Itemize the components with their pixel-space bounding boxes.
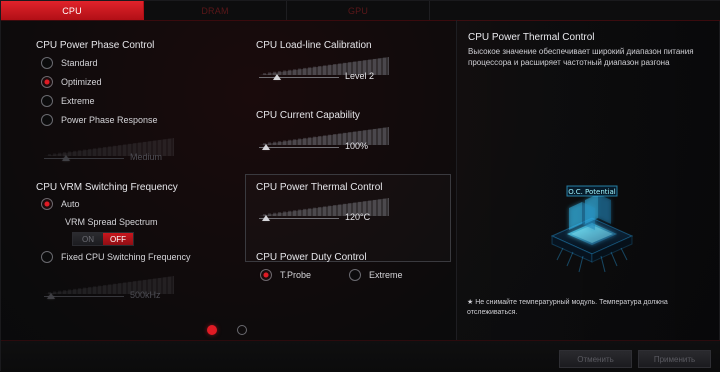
phase-option-extreme-label: Extreme	[61, 96, 95, 106]
apply-button[interactable]: Применить	[638, 350, 711, 368]
phase-option-standard[interactable]: Standard	[41, 57, 98, 69]
help-panel: CPU Power Thermal Control Высокое значен…	[456, 20, 720, 340]
fixed-switching-label: Fixed CPU Switching Frequency	[61, 252, 191, 262]
triangle-thumb-icon[interactable]	[262, 144, 270, 150]
thermal-control-title: CPU Power Thermal Control	[256, 182, 383, 193]
phase-option-standard-label: Standard	[61, 58, 98, 68]
radio-standard[interactable]	[41, 57, 53, 69]
radio-vrm-auto[interactable]	[41, 198, 53, 210]
page-dot-1[interactable]	[207, 325, 217, 335]
current-capability-slider[interactable]: 100%	[259, 127, 389, 153]
pagination	[207, 325, 247, 335]
radio-fixed-switching[interactable]	[41, 251, 53, 263]
top-tabs: CPU DRAM GPU	[1, 1, 720, 21]
triangle-thumb-icon[interactable]	[273, 74, 282, 80]
tab-gpu[interactable]: GPU	[287, 1, 430, 20]
duty-option-tprobe-label: T.Probe	[280, 270, 312, 280]
app-window: CPU DRAM GPU CPU Power Phase Control Sta…	[0, 0, 720, 372]
cancel-button[interactable]: Отменить	[559, 350, 632, 368]
page-dot-2[interactable]	[237, 325, 247, 335]
phase-option-power-phase-response[interactable]: Power Phase Response	[41, 114, 158, 126]
loadline-slider[interactable]: Level 2	[259, 57, 389, 83]
duty-option-tprobe[interactable]: T.Probe	[260, 269, 311, 281]
fixed-switching-slider: 500kHz	[44, 276, 174, 302]
triangle-thumb-icon	[61, 155, 70, 161]
thermal-control-slider[interactable]: 120°C	[259, 198, 389, 224]
radio-tprobe[interactable]	[260, 269, 272, 281]
phase-option-power-phase-response-label: Power Phase Response	[61, 115, 158, 125]
settings-panel: CPU Power Phase Control Standard Optimiz…	[1, 20, 456, 340]
vrm-spread-label: VRM Spread Spectrum	[65, 217, 158, 227]
radio-duty-extreme[interactable]	[349, 269, 361, 281]
slider-wedge	[259, 127, 389, 145]
duty-control-title: CPU Power Duty Control	[256, 252, 367, 263]
chip-graphic: O.C. Potential	[550, 185, 634, 273]
phase-option-optimized-label: Optimized	[61, 77, 102, 87]
slider-value: Level 2	[345, 71, 375, 81]
phase-option-extreme[interactable]: Extreme	[41, 95, 95, 107]
slider-track	[44, 158, 124, 159]
current-capability-title: CPU Current Capability	[256, 110, 360, 121]
toggle-on[interactable]: ON	[73, 233, 103, 245]
fixed-switching-option[interactable]: Fixed CPU Switching Frequency	[41, 251, 191, 263]
slider-value: 500kHz	[130, 290, 161, 300]
cpu-chip-illustration: O.C. Potential	[537, 178, 647, 288]
loadline-title: CPU Load-line Calibration	[256, 40, 372, 51]
tabs-spacer	[430, 1, 720, 20]
triangle-thumb-icon[interactable]	[262, 215, 270, 221]
radio-optimized[interactable]	[41, 76, 53, 88]
duty-option-extreme-label: Extreme	[369, 270, 403, 280]
slider-value: 120°C	[345, 212, 371, 222]
vrm-auto-option[interactable]: Auto	[41, 198, 80, 210]
help-title: CPU Power Thermal Control	[468, 32, 595, 43]
radio-power-phase-response[interactable]	[41, 114, 53, 126]
power-phase-response-slider: Medium	[44, 138, 174, 164]
tab-cpu[interactable]: CPU	[1, 1, 144, 20]
toggle-off[interactable]: OFF	[103, 233, 133, 245]
phase-control-title: CPU Power Phase Control	[36, 40, 155, 51]
slider-value: Medium	[130, 152, 163, 162]
vrm-spread-toggle[interactable]: ON OFF	[72, 232, 134, 246]
help-description: Высокое значение обеспечивает широкий ди…	[468, 47, 694, 67]
tab-dram[interactable]: DRAM	[144, 1, 287, 20]
bottom-action-bar: Отменить Применить	[1, 340, 720, 372]
slider-track	[259, 218, 339, 219]
slider-value: 100%	[345, 141, 369, 151]
slider-track	[259, 147, 339, 148]
warning-note: ★ Не снимайте температурный модуль. Темп…	[467, 299, 668, 316]
duty-option-extreme[interactable]: Extreme	[349, 269, 403, 281]
slider-track	[259, 77, 339, 78]
vrm-auto-label: Auto	[61, 199, 80, 209]
vrm-switching-title: CPU VRM Switching Frequency	[36, 182, 178, 193]
oc-potential-label: O.C. Potential	[568, 188, 616, 196]
phase-option-optimized[interactable]: Optimized	[41, 76, 102, 88]
radio-extreme[interactable]	[41, 95, 53, 107]
triangle-thumb-icon	[47, 293, 55, 299]
slider-track	[44, 296, 124, 297]
